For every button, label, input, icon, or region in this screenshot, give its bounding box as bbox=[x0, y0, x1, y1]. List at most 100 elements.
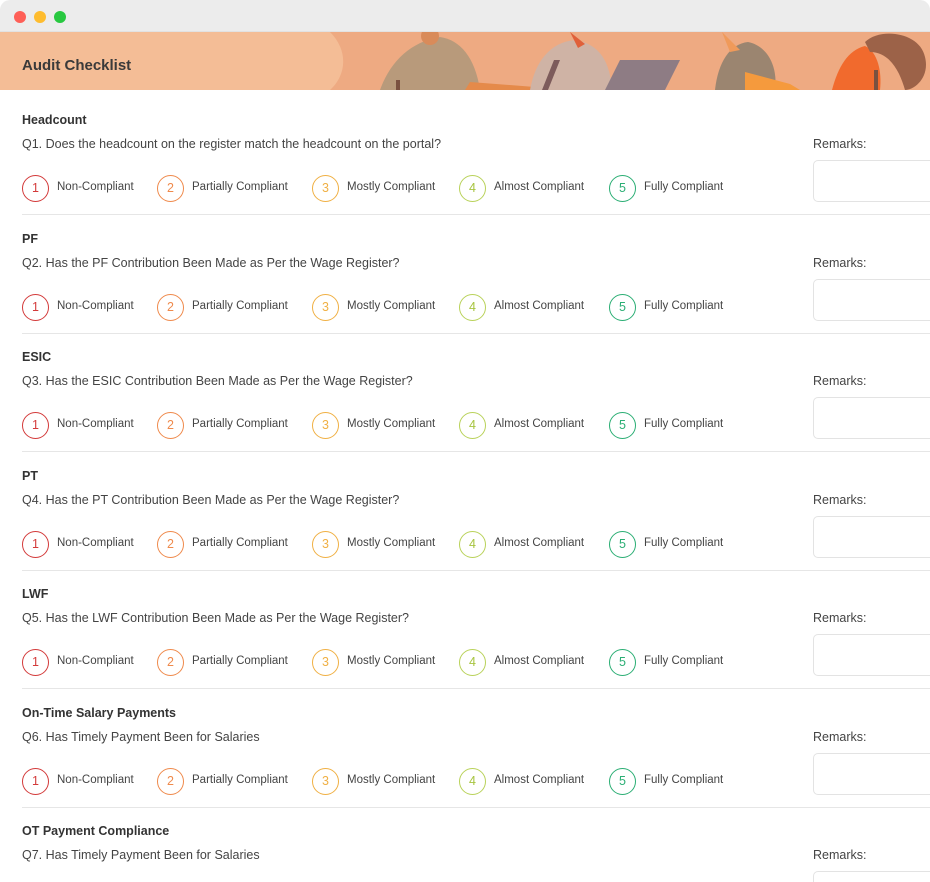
rating-number: 1 bbox=[22, 649, 49, 676]
rating-label: Fully Compliant bbox=[644, 299, 724, 312]
close-window-button[interactable] bbox=[14, 11, 26, 23]
rating-number: 4 bbox=[459, 293, 486, 321]
section-title: On-Time Salary Payments bbox=[22, 705, 177, 720]
rating-label: Almost Compliant bbox=[494, 655, 585, 667]
rating-number: 5 bbox=[609, 412, 636, 439]
rating-options: 1 Non-Compliant 2 Partially Compliant 3 Mos… bbox=[22, 293, 802, 322]
rating-number: 1 bbox=[22, 175, 49, 202]
remarks-label: Remarks: bbox=[813, 492, 867, 507]
rating-label: Partially Compliant bbox=[192, 773, 288, 786]
rating-number: 2 bbox=[157, 649, 184, 676]
rating-label: Non-Compliant bbox=[57, 655, 134, 667]
rating-label: Non-Compliant bbox=[57, 536, 134, 549]
section-title: ESIC bbox=[22, 350, 52, 364]
checklist-section-ot-payment-compliance: OT Payment Compliance Q7. Has Timely Pay… bbox=[0, 801, 930, 882]
rating-number: 1 bbox=[22, 767, 49, 795]
rating-label: Partially Compliant bbox=[192, 181, 288, 193]
remarks-label: Remarks: bbox=[813, 137, 867, 151]
checklist-section-on-time-salary-payments: On-Time Salary Payments Q6. Has Timely P… bbox=[0, 683, 930, 808]
minimize-window-button[interactable] bbox=[34, 11, 46, 23]
remarks-input[interactable] bbox=[813, 871, 930, 882]
rating-label: Fully Compliant bbox=[644, 181, 724, 193]
rating-options: 1 Non-Compliant 2 Partially Compliant 3 Mos… bbox=[22, 175, 802, 203]
remarks-input[interactable] bbox=[813, 515, 930, 558]
rating-number: 3 bbox=[312, 530, 339, 558]
rating-label: Non-Compliant bbox=[57, 181, 134, 193]
maximize-window-button[interactable] bbox=[54, 11, 66, 23]
rating-number: 1 bbox=[22, 412, 49, 439]
rating-options: 1 Non-Compliant 2 Partially Compliant 3 Mos… bbox=[22, 530, 802, 559]
rating-label: Mostly Compliant bbox=[347, 418, 436, 430]
question-text: Q6. Has Timely Payment Been for Salaries bbox=[22, 729, 260, 744]
rating-number: 1 bbox=[22, 293, 49, 321]
question-text: Q3. Has the ESIC Contribution Been Made … bbox=[22, 374, 413, 388]
rating-label: Non-Compliant bbox=[57, 773, 134, 786]
checklist-content: Headcount Q1. Does the headcount on the … bbox=[0, 90, 930, 882]
app-window: Audit Checklist Headcount Q1. Does the h… bbox=[0, 0, 930, 882]
rating-number: 4 bbox=[459, 649, 486, 676]
section-title: PT bbox=[22, 468, 38, 483]
remarks-label: Remarks: bbox=[813, 729, 867, 744]
rating-number: 4 bbox=[459, 175, 486, 202]
remarks-input[interactable] bbox=[813, 634, 930, 676]
rating-number: 4 bbox=[459, 530, 486, 558]
rating-label: Mostly Compliant bbox=[347, 536, 436, 549]
remarks-input[interactable] bbox=[813, 160, 930, 202]
rating-number: 4 bbox=[459, 767, 486, 795]
rating-number: 2 bbox=[157, 530, 184, 558]
remarks-label: Remarks: bbox=[813, 374, 867, 388]
rating-label: Fully Compliant bbox=[644, 536, 724, 549]
rating-options: 1 Non-Compliant 2 Partially Compliant 3 Mos… bbox=[22, 649, 802, 677]
section-title: Headcount bbox=[22, 113, 87, 127]
rating-label: Fully Compliant bbox=[644, 418, 724, 430]
remarks-input[interactable] bbox=[813, 752, 930, 795]
rating-label: Non-Compliant bbox=[57, 418, 134, 430]
rating-label: Fully Compliant bbox=[644, 655, 724, 667]
remarks-label: Remarks: bbox=[813, 255, 867, 270]
rating-number: 2 bbox=[157, 767, 184, 795]
rating-number: 3 bbox=[312, 175, 339, 202]
rating-number: 2 bbox=[157, 293, 184, 321]
rating-options: 1 Non-Compliant 2 Partially Compliant 3 Mos… bbox=[22, 412, 802, 440]
rating-number: 2 bbox=[157, 412, 184, 439]
rating-label: Non-Compliant bbox=[57, 299, 134, 312]
rating-label: Mostly Compliant bbox=[347, 299, 436, 312]
checklist-section-headcount: Headcount Q1. Does the headcount on the … bbox=[0, 90, 930, 215]
rating-label: Partially Compliant bbox=[192, 655, 288, 667]
rating-label: Almost Compliant bbox=[494, 181, 585, 193]
rating-label: Partially Compliant bbox=[192, 418, 288, 430]
rating-number: 5 bbox=[609, 293, 636, 321]
section-title: OT Payment Compliance bbox=[22, 824, 170, 838]
rating-number: 3 bbox=[312, 412, 339, 439]
question-text: Q5. Has the LWF Contribution Been Made a… bbox=[22, 611, 409, 625]
rating-label: Almost Compliant bbox=[494, 418, 585, 430]
rating-number: 3 bbox=[312, 293, 339, 321]
checklist-section-pf: PF Q2. Has the PF Contribution Been Made… bbox=[0, 209, 930, 334]
checklist-section-esic: ESIC Q3. Has the ESIC Contribution Been … bbox=[0, 327, 930, 452]
checklist-section-lwf: LWF Q5. Has the LWF Contribution Been Ma… bbox=[0, 564, 930, 689]
question-text: Q7. Has Timely Payment Been for Salaries bbox=[22, 848, 260, 862]
rating-label: Fully Compliant bbox=[644, 773, 724, 786]
rating-number: 5 bbox=[609, 649, 636, 676]
header-banner: Audit Checklist bbox=[0, 32, 930, 90]
checklist-section-pt: PT Q4. Has the PT Contribution Been Made… bbox=[0, 446, 930, 571]
remarks-input[interactable] bbox=[813, 397, 930, 439]
rating-number: 1 bbox=[22, 530, 49, 558]
question-text: Q2. Has the PF Contribution Been Made as… bbox=[22, 255, 400, 270]
question-text: Q4. Has the PT Contribution Been Made as… bbox=[22, 492, 400, 507]
section-title: LWF bbox=[22, 587, 49, 601]
rating-label: Partially Compliant bbox=[192, 536, 288, 549]
title-bar bbox=[0, 0, 930, 32]
remarks-input[interactable] bbox=[813, 278, 930, 321]
rating-number: 5 bbox=[609, 530, 636, 558]
rating-number: 4 bbox=[459, 412, 486, 439]
rating-options: 1 Non-Compliant 2 Partially Compliant 3 Mos… bbox=[22, 767, 802, 796]
rating-label: Mostly Compliant bbox=[347, 773, 436, 786]
rating-label: Almost Compliant bbox=[494, 299, 585, 312]
rating-label: Partially Compliant bbox=[192, 299, 288, 312]
remarks-label: Remarks: bbox=[813, 611, 867, 625]
rating-number: 5 bbox=[609, 767, 636, 795]
rating-number: 2 bbox=[157, 175, 184, 202]
rating-label: Mostly Compliant bbox=[347, 181, 436, 193]
banner-illustration bbox=[0, 32, 930, 90]
